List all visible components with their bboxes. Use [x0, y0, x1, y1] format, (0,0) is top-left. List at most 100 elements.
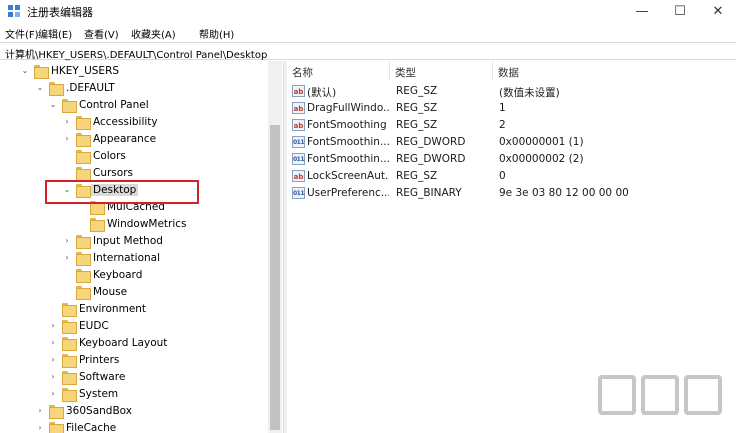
tree-item-label: Environment [79, 303, 147, 315]
tree-item-international[interactable]: › International [0, 250, 268, 267]
expanded-icon[interactable]: ⌄ [20, 65, 30, 77]
tree-item-label: Mouse [93, 286, 128, 298]
menu-bar: 文件(F) 编辑(E) 查看(V) 收藏夹(A) 帮助(H) [0, 23, 736, 41]
string-value-icon: ab [292, 85, 305, 97]
watermark-logo [598, 375, 724, 425]
binary-value-icon: 011 [292, 187, 305, 199]
folder-icon [76, 150, 91, 164]
tree-item-mouse[interactable]: Mouse [0, 284, 268, 301]
tree-item-control-panel[interactable]: ⌄ Control Panel [0, 97, 268, 114]
value-data: 1 [499, 102, 506, 114]
watermark-glyph-icon [684, 375, 722, 415]
tree-item-hkey-users[interactable]: ⌄ HKEY_USERS [0, 63, 268, 80]
expanded-icon[interactable]: ⌄ [48, 99, 58, 111]
value-name: DragFullWindo... [307, 102, 389, 114]
tree-item-environment[interactable]: Environment [0, 301, 268, 318]
folder-icon [62, 388, 77, 402]
value-row[interactable]: ab LockScreenAut... REG_SZ 0 [287, 168, 736, 185]
tree-item-label: Keyboard [93, 269, 143, 281]
menu-favorites[interactable]: 收藏夹(A) [131, 26, 176, 41]
watermark-glyph-icon [641, 375, 679, 415]
value-type: REG_SZ [396, 85, 438, 97]
column-header-data[interactable]: 数据 [493, 61, 736, 81]
tree-item-label: FileCache [66, 422, 117, 433]
collapsed-icon[interactable]: › [48, 388, 58, 400]
tree-item-windowmetrics[interactable]: WindowMetrics [0, 216, 268, 233]
tree-item-system[interactable]: › System [0, 386, 268, 403]
folder-icon [90, 218, 105, 232]
tree-item-label: Cursors [93, 167, 133, 179]
folder-icon [62, 303, 77, 317]
binary-value-icon: 011 [292, 136, 305, 148]
window-title: 注册表编辑器 [27, 6, 93, 19]
tree-item-label: International [93, 252, 161, 264]
value-name: (默认) [307, 87, 337, 99]
tree-item-default[interactable]: ⌄ .DEFAULT [0, 80, 268, 97]
close-button[interactable]: ✕ [700, 0, 736, 22]
value-name: FontSmoothing [307, 119, 387, 131]
value-row[interactable]: 011 FontSmoothin... REG_DWORD 0x00000001… [287, 134, 736, 151]
folder-icon [62, 320, 77, 334]
value-data: 9e 3e 03 80 12 00 00 00 [499, 187, 629, 199]
collapsed-icon[interactable]: › [48, 337, 58, 349]
value-data: 2 [499, 119, 506, 131]
collapsed-icon[interactable]: › [35, 422, 45, 433]
value-type: REG_DWORD [396, 136, 466, 148]
menu-help[interactable]: 帮助(H) [199, 26, 234, 41]
tree-item-360sandbox[interactable]: › 360SandBox [0, 403, 268, 420]
column-header-name[interactable]: 名称 [287, 61, 390, 81]
tree-item-label: WindowMetrics [107, 218, 187, 230]
tree-item-keyboard-layout[interactable]: › Keyboard Layout [0, 335, 268, 352]
value-row[interactable]: ab FontSmoothing REG_SZ 2 [287, 117, 736, 134]
folder-icon [76, 167, 91, 181]
collapsed-icon[interactable]: › [62, 252, 72, 264]
maximize-button[interactable]: ☐ [662, 0, 698, 22]
value-row[interactable]: 011 FontSmoothin... REG_DWORD 0x00000002… [287, 151, 736, 168]
collapsed-icon[interactable]: › [35, 405, 45, 417]
minimize-button[interactable]: — [624, 0, 660, 22]
collapsed-icon[interactable]: › [48, 371, 58, 383]
collapsed-icon[interactable]: › [48, 320, 58, 332]
value-name: LockScreenAut... [307, 170, 389, 182]
tree-item-label: Printers [79, 354, 120, 366]
tree-item-filecache[interactable]: › FileCache [0, 420, 268, 433]
folder-icon [62, 99, 77, 113]
collapsed-icon[interactable]: › [48, 354, 58, 366]
value-row[interactable]: 011 UserPreferenc... REG_BINARY 9e 3e 03… [287, 185, 736, 202]
tree-item-software[interactable]: › Software [0, 369, 268, 386]
minimize-icon: — [635, 3, 649, 19]
menu-edit[interactable]: 编辑(E) [38, 26, 72, 41]
value-data: 0x00000001 (1) [499, 136, 584, 148]
address-bar[interactable]: 计算机\HKEY_USERS\.DEFAULT\Control Panel\De… [0, 42, 736, 61]
tree-item-label: Appearance [93, 133, 157, 145]
tree-item-label: EUDC [79, 320, 109, 332]
tree-item-keyboard[interactable]: Keyboard [0, 267, 268, 284]
value-data: 0x00000002 (2) [499, 153, 584, 165]
folder-icon [76, 116, 91, 130]
menu-file[interactable]: 文件(F) [5, 26, 39, 41]
menu-view[interactable]: 查看(V) [84, 26, 119, 41]
collapsed-icon[interactable]: › [62, 235, 72, 247]
column-header-type[interactable]: 类型 [390, 61, 493, 81]
tree-item-label: HKEY_USERS [51, 65, 120, 77]
address-path[interactable]: 计算机\HKEY_USERS\.DEFAULT\Control Panel\De… [5, 46, 267, 61]
tree-item-colors[interactable]: Colors [0, 148, 268, 165]
tree-scrollbar-thumb[interactable] [270, 125, 280, 430]
tree-item-eudc[interactable]: › EUDC [0, 318, 268, 335]
collapsed-icon[interactable]: › [62, 116, 72, 128]
tree-item-label: Control Panel [79, 99, 149, 111]
folder-icon [62, 337, 77, 351]
value-data: 0 [499, 170, 506, 182]
tree-item-appearance[interactable]: › Appearance [0, 131, 268, 148]
folder-icon [76, 133, 91, 147]
tree-item-accessibility[interactable]: › Accessibility [0, 114, 268, 131]
value-row[interactable]: ab (默认) REG_SZ (数值未设置) [287, 83, 736, 100]
value-type: REG_BINARY [396, 187, 462, 199]
tree-item-printers[interactable]: › Printers [0, 352, 268, 369]
expanded-icon[interactable]: ⌄ [35, 82, 45, 94]
value-row[interactable]: ab DragFullWindo... REG_SZ 1 [287, 100, 736, 117]
collapsed-icon[interactable]: › [62, 133, 72, 145]
tree-item-label: System [79, 388, 119, 400]
tree-item-input-method[interactable]: › Input Method [0, 233, 268, 250]
key-tree: ⌄ HKEY_USERS ⌄ .DEFAULT ⌄ Control Panel … [0, 61, 282, 433]
